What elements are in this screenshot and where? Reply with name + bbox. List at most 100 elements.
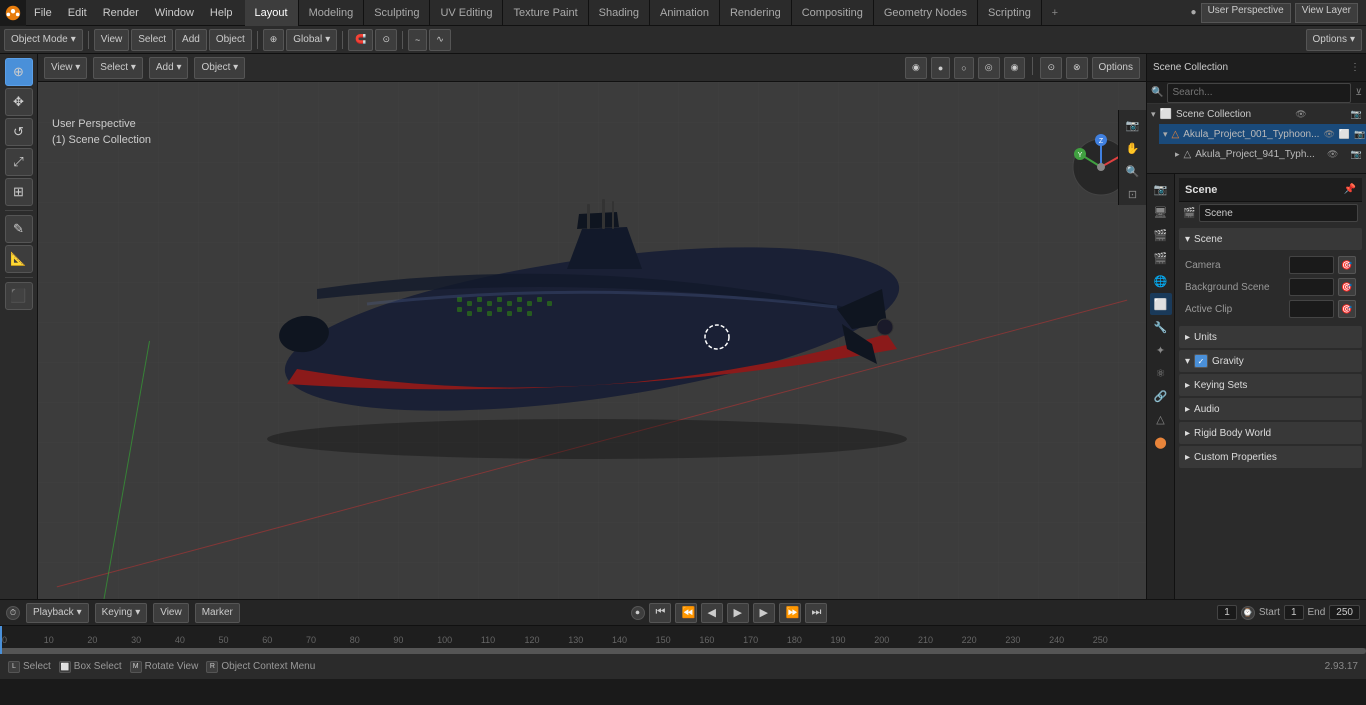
- measure-tool[interactable]: 📐: [5, 245, 33, 273]
- prop-pin-icon[interactable]: 📌: [1344, 184, 1356, 195]
- start-frame-display[interactable]: 1: [1284, 605, 1304, 620]
- current-frame-display[interactable]: 1: [1217, 605, 1237, 620]
- scene-section-header[interactable]: ▾ Scene: [1179, 228, 1362, 250]
- vp-camera-icon[interactable]: 📷: [1122, 114, 1144, 136]
- camera-value[interactable]: [1289, 256, 1334, 274]
- prev-frame-btn[interactable]: ⏪: [675, 603, 697, 623]
- tab-scripting[interactable]: Scripting: [978, 0, 1042, 26]
- viewport-select-dropdown[interactable]: Select ▾: [93, 57, 143, 79]
- collection-eye-icon[interactable]: 👁: [1295, 109, 1306, 120]
- outliner-filter-btn[interactable]: ⊻: [1355, 87, 1362, 98]
- tab-modeling[interactable]: Modeling: [299, 0, 365, 26]
- gravity-checkbox[interactable]: ✓: [1194, 354, 1208, 368]
- viewport-shading-solid[interactable]: ○: [954, 57, 973, 79]
- scene-area[interactable]: User Perspective (1) Scene Collection X …: [38, 82, 1146, 599]
- play-btn[interactable]: ▶: [727, 603, 749, 623]
- camera-pick-btn[interactable]: 🎯: [1338, 256, 1356, 274]
- jump-start-btn[interactable]: ⏮: [649, 603, 671, 623]
- outliner-scene-collection[interactable]: ▾ ⬜ Scene Collection 👁 📷: [1147, 104, 1366, 124]
- transform-global[interactable]: Global▾: [286, 29, 337, 51]
- item1-select-icon[interactable]: ⬜: [1339, 129, 1350, 140]
- vp-frame-icon[interactable]: ⊡: [1122, 183, 1144, 205]
- menu-file[interactable]: File: [26, 0, 60, 26]
- active-clip-value[interactable]: [1289, 300, 1334, 318]
- tab-uv-editing[interactable]: UV Editing: [430, 0, 503, 26]
- marker-btn[interactable]: Marker: [195, 603, 240, 623]
- prop-modifier-icon[interactable]: 🔧: [1150, 316, 1172, 338]
- prop-particles-icon[interactable]: ✦: [1150, 339, 1172, 361]
- vp-zoom-icon[interactable]: 🔍: [1122, 160, 1144, 182]
- 3d-viewport[interactable]: View ▾ Select ▾ Add ▾ Object ▾ ◉ ● ○ ◎ ◉…: [38, 54, 1146, 599]
- scene-selector[interactable]: User Perspective: [1201, 3, 1291, 23]
- prop-render-icon[interactable]: 📷: [1150, 178, 1172, 200]
- menu-edit[interactable]: Edit: [60, 0, 95, 26]
- timeline-view-btn[interactable]: View: [153, 603, 189, 623]
- tab-geometry-nodes[interactable]: Geometry Nodes: [874, 0, 978, 26]
- transform-tool[interactable]: ⊞: [5, 178, 33, 206]
- viewport-object-dropdown[interactable]: Object ▾: [194, 57, 245, 79]
- outliner-search-input[interactable]: [1167, 83, 1351, 103]
- prop-scene-icon[interactable]: 🎬: [1150, 247, 1172, 269]
- units-section-header[interactable]: ▸ Units: [1179, 326, 1362, 348]
- viewport-display-mode[interactable]: ◉: [905, 57, 927, 79]
- snap-toggle[interactable]: 🧲: [348, 29, 373, 51]
- outliner-item-1[interactable]: ▾ △ Akula_Project_001_Typhoon... 👁 ⬜ 📷: [1159, 124, 1366, 144]
- object-menu-btn[interactable]: Object: [209, 29, 252, 51]
- item2-render-icon[interactable]: 📷: [1351, 149, 1362, 160]
- outliner-item-2[interactable]: ▸ △ Akula_Project_941_Typh... 👁 📷: [1171, 144, 1366, 164]
- scale-tool[interactable]: ⤢: [5, 148, 33, 176]
- prop-output-icon[interactable]: 🖥: [1150, 201, 1172, 223]
- item1-render-icon[interactable]: 📷: [1354, 129, 1365, 140]
- view-menu-btn[interactable]: View: [94, 29, 130, 51]
- record-btn[interactable]: ⏺: [631, 606, 645, 620]
- outliner-filter-icon[interactable]: ⋮: [1350, 62, 1360, 73]
- item2-eye-icon[interactable]: 👁: [1327, 149, 1338, 160]
- viz2[interactable]: ∿: [429, 29, 451, 51]
- scene-name-input[interactable]: Scene: [1199, 204, 1358, 222]
- select-menu-btn[interactable]: Select: [131, 29, 173, 51]
- menu-help[interactable]: Help: [202, 0, 241, 26]
- active-clip-pick-btn[interactable]: 🎯: [1338, 300, 1356, 318]
- jump-end-btn[interactable]: ⏭: [805, 603, 827, 623]
- end-frame-display[interactable]: 250: [1329, 605, 1360, 620]
- playback-dropdown[interactable]: Playback▾: [26, 603, 89, 623]
- timeline-scrollbar[interactable]: [0, 648, 1366, 654]
- viewport-view-dropdown[interactable]: View ▾: [44, 57, 87, 79]
- proportional-editing[interactable]: ⊙: [375, 29, 397, 51]
- tab-shading[interactable]: Shading: [589, 0, 650, 26]
- menu-render[interactable]: Render: [95, 0, 147, 26]
- prop-object-icon[interactable]: ⬜: [1150, 293, 1172, 315]
- prop-world-icon[interactable]: 🌐: [1150, 270, 1172, 292]
- collection-camera-icon[interactable]: 📷: [1351, 109, 1362, 120]
- prop-view-icon[interactable]: 🎬: [1150, 224, 1172, 246]
- next-keyframe-btn[interactable]: ▶: [753, 603, 775, 623]
- timeline-clock-icon[interactable]: ⏱: [6, 606, 20, 620]
- add-cube-tool[interactable]: ⬛: [5, 282, 33, 310]
- viewport-options[interactable]: Options: [1092, 57, 1140, 79]
- rigidbody-section-header[interactable]: ▸ Rigid Body World: [1179, 422, 1362, 444]
- viewport-overlay[interactable]: ⊙: [1040, 57, 1062, 79]
- custom-props-header[interactable]: ▸ Custom Properties: [1179, 446, 1362, 468]
- add-workspace-button[interactable]: +: [1042, 7, 1068, 19]
- tab-sculpting[interactable]: Sculpting: [364, 0, 430, 26]
- tab-rendering[interactable]: Rendering: [720, 0, 792, 26]
- vp-hand-icon[interactable]: ✋: [1122, 137, 1144, 159]
- viewport-shading-render[interactable]: ◉: [1004, 57, 1026, 79]
- bg-scene-pick-btn[interactable]: 🎯: [1338, 278, 1356, 296]
- tab-texture-paint[interactable]: Texture Paint: [503, 0, 588, 26]
- bg-scene-value[interactable]: [1289, 278, 1334, 296]
- frame-clock-icon[interactable]: ⌚: [1241, 606, 1255, 620]
- prop-material-icon[interactable]: ⬤: [1150, 431, 1172, 453]
- tab-layout[interactable]: Layout: [245, 0, 299, 26]
- prev-keyframe-btn[interactable]: ◀: [701, 603, 723, 623]
- item1-eye-icon[interactable]: 👁: [1323, 129, 1334, 140]
- transform-orient[interactable]: ⊕: [263, 29, 285, 51]
- next-frame-btn[interactable]: ⏩: [779, 603, 801, 623]
- add-menu-btn[interactable]: Add: [175, 29, 207, 51]
- viewport-gizmo[interactable]: ⊗: [1066, 57, 1088, 79]
- keying-dropdown[interactable]: Keying▾: [95, 603, 148, 623]
- prop-constraints-icon[interactable]: 🔗: [1150, 385, 1172, 407]
- annotate-tool[interactable]: ✎: [5, 215, 33, 243]
- viz1[interactable]: ~: [408, 29, 427, 51]
- object-mode-dropdown[interactable]: Object Mode ▾: [4, 29, 83, 51]
